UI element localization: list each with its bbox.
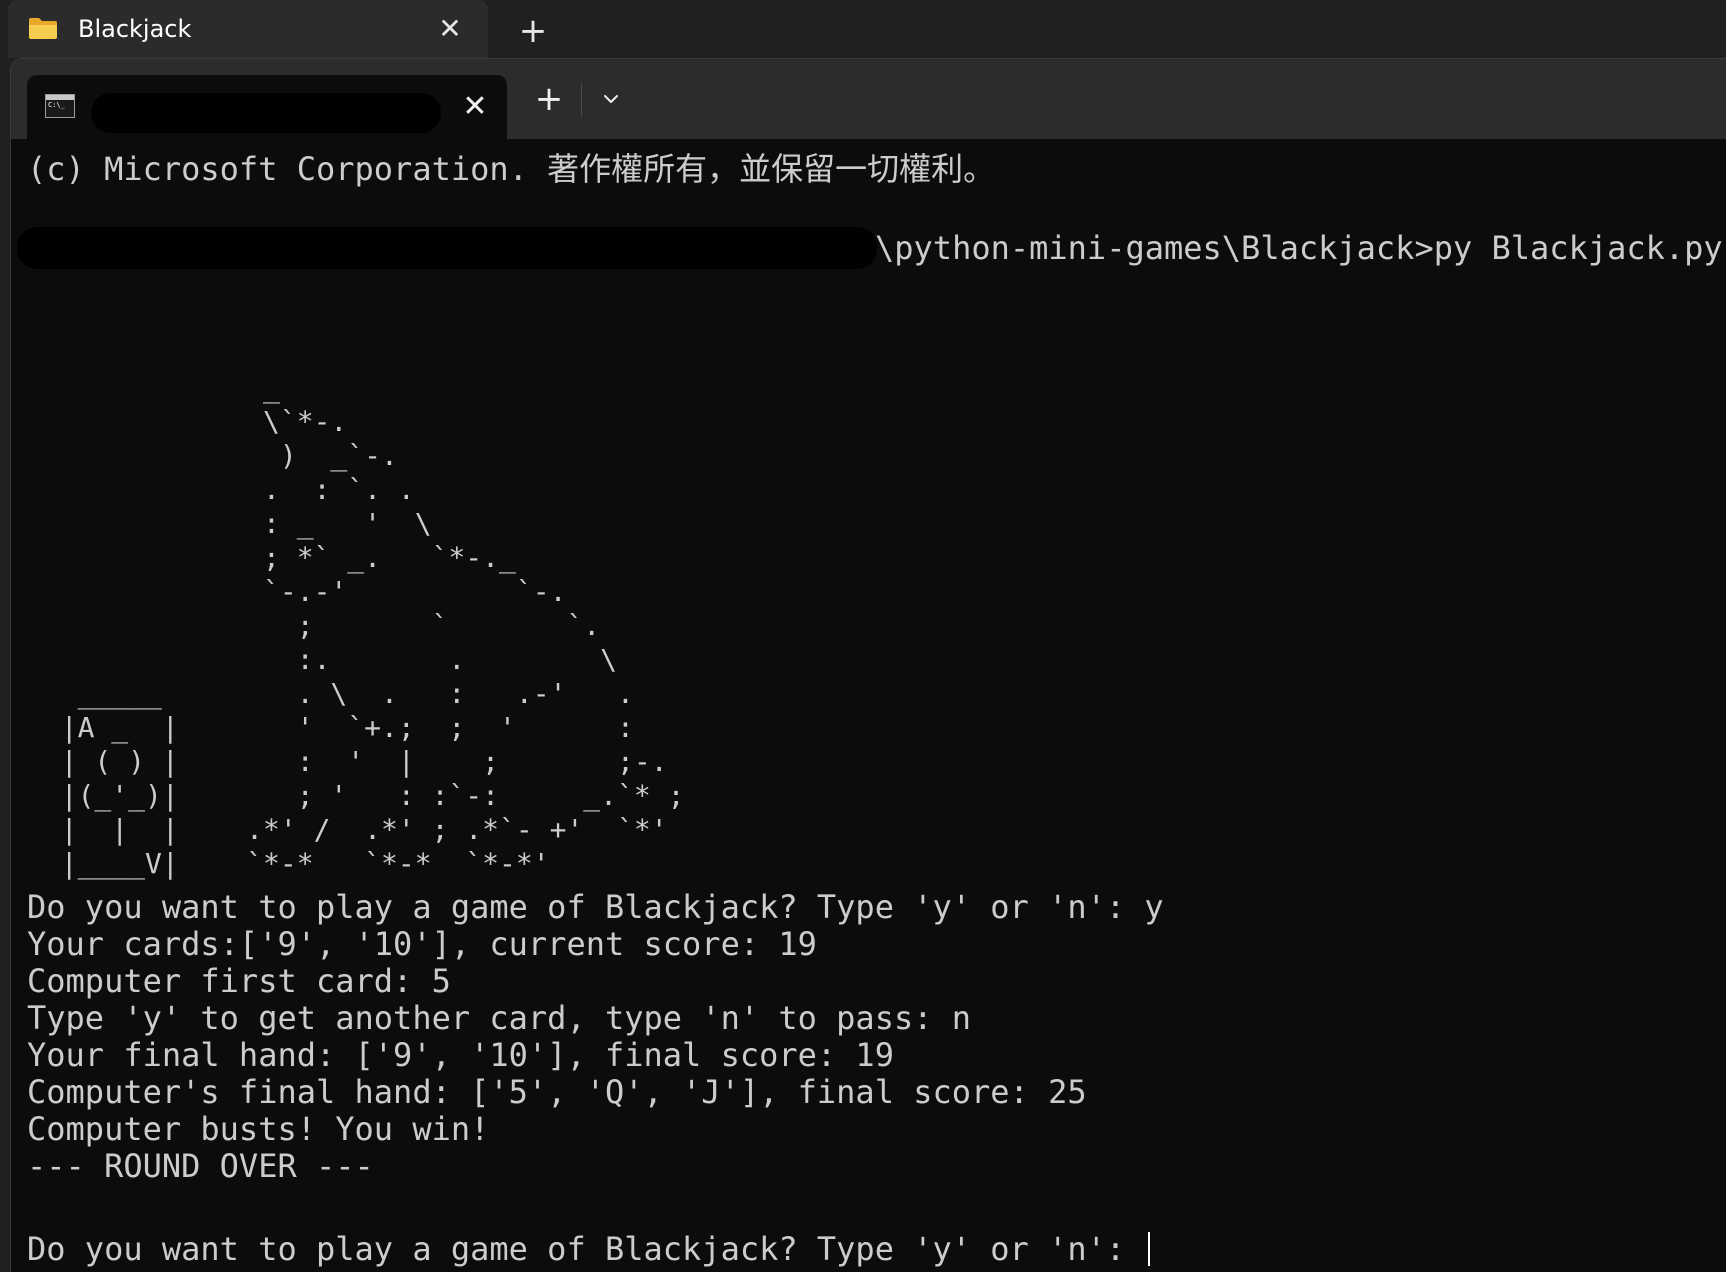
outer-tab-title: Blackjack [78,15,192,43]
command-prompt-icon-text: C:\_ [48,101,65,109]
redacted-tab-title [91,93,441,133]
command-prompt-icon-bar [46,95,74,100]
output-line: Type 'y' to get another card, type 'n' t… [27,999,972,1037]
folder-icon [29,18,57,39]
prompt-command: \python-mini-games\Blackjack>py Blackjac… [875,229,1723,267]
output-line: Do you want to play a game of Blackjack?… [27,888,1164,926]
copyright-line: (c) Microsoft Corporation. 著作權所有，並保留一切權利… [27,150,996,188]
ascii-art-banner: _ \`*-. ) _`-. . : `. . : _ ' \ ; *` _. … [60,371,685,880]
output-line: Computer's final hand: ['5', 'Q', 'J'], … [27,1073,1087,1111]
output-line: Your final hand: ['9', '10'], final scor… [27,1036,894,1074]
plus-icon[interactable]: + [531,81,567,117]
terminal-tab-active[interactable]: C:\_ ✕ [27,75,507,139]
close-icon[interactable]: ✕ [459,91,491,123]
explorer-tab-bar: Blackjack ✕ + [0,0,1726,62]
chevron-down-icon[interactable] [595,83,627,115]
terminal-tab-bar: C:\_ ✕ + [11,59,1726,139]
close-icon[interactable]: ✕ [435,14,465,44]
tab-bar-divider [581,83,582,117]
output-line: Computer first card: 5 [27,962,451,1000]
redacted-prompt-path [17,227,877,269]
plus-icon[interactable]: + [515,14,551,50]
game-output: Do you want to play a game of Blackjack?… [27,889,1164,1222]
final-prompt: Do you want to play a game of Blackjack?… [27,1229,1145,1268]
input-prompt-row[interactable]: Do you want to play a game of Blackjack?… [27,1229,1151,1269]
command-prompt-icon: C:\_ [45,94,75,118]
outer-tab-blackjack[interactable]: Blackjack ✕ [8,0,488,58]
console-output[interactable]: (c) Microsoft Corporation. 著作權所有，並保留一切權利… [11,139,1726,1272]
output-line: Your cards:['9', '10'], current score: 1… [27,925,817,963]
output-line: --- ROUND OVER --- [27,1147,374,1185]
text-cursor [1148,1232,1151,1266]
output-line: Computer busts! You win! [27,1110,490,1148]
terminal-window: C:\_ ✕ + (c) Microsoft Corporation. 著作權所… [10,58,1726,1272]
